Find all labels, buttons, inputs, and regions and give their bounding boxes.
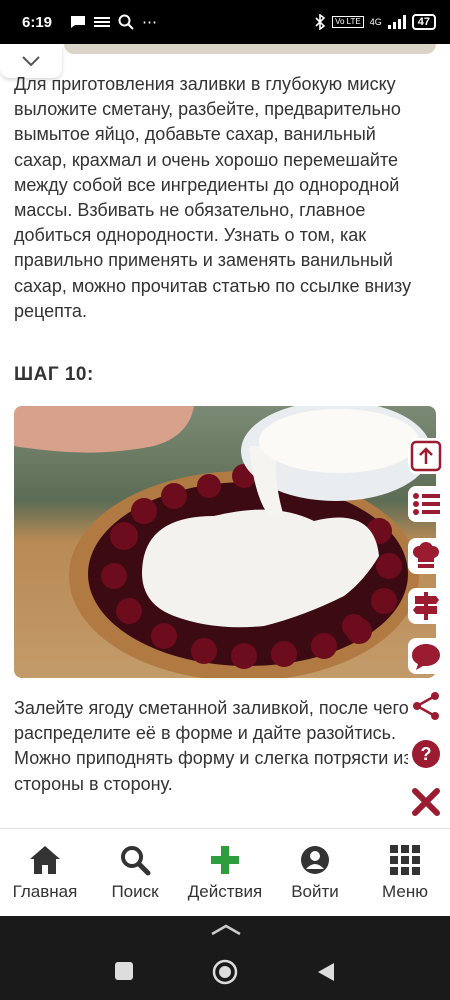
search-status-icon — [118, 14, 134, 30]
nav-home[interactable]: Главная — [0, 829, 90, 916]
search-icon — [121, 845, 151, 875]
swipe-up-chevron-icon[interactable] — [210, 922, 242, 936]
nav-login[interactable]: Войти — [270, 829, 360, 916]
nav-actions-label: Действия — [187, 881, 263, 901]
step-10-description: Залейте ягоду сметанной заливкой, после … — [14, 698, 412, 794]
help-button[interactable]: ? — [408, 736, 444, 772]
steps-button[interactable] — [408, 588, 444, 624]
list-icon — [413, 493, 440, 515]
close-icon — [412, 788, 440, 816]
share-button[interactable] — [408, 688, 444, 724]
bottom-navigation: Главная Поиск Действия Войти Меню — [0, 828, 450, 916]
signpost-icon — [413, 592, 439, 620]
system-navigation-bar — [0, 916, 450, 1000]
close-toolbar-button[interactable] — [408, 784, 444, 820]
status-time: 6:19 — [22, 13, 53, 31]
grid-icon — [390, 844, 420, 875]
more-dots-icon: ⋯ — [142, 14, 158, 31]
signal-icon — [387, 15, 406, 29]
user-icon — [301, 845, 329, 874]
step-title: ШАГ 10: — [14, 364, 94, 385]
step-9-description: Для приготовления заливки в глубокую мис… — [14, 74, 412, 321]
previous-step-photo-edge — [64, 44, 436, 54]
nav-search[interactable]: Поиск — [90, 829, 180, 916]
scroll-top-button[interactable] — [408, 438, 444, 474]
nav-login-label: Войти — [291, 881, 339, 901]
chef-hat-icon — [413, 542, 439, 568]
nav-menu-label: Меню — [382, 881, 428, 901]
chevron-down-icon — [22, 56, 40, 67]
article-content[interactable]: Для приготовления заливки в глубокую мис… — [0, 44, 450, 828]
status-left: 6:19 ⋯ — [22, 13, 158, 32]
svg-text:?: ? — [421, 744, 432, 764]
home-button-icon[interactable] — [212, 959, 238, 985]
volte-badge: Vo LTE — [332, 16, 364, 28]
status-bar: 6:19 ⋯ Vo LTE 4G 47 — [0, 0, 450, 44]
comments-button[interactable] — [408, 638, 444, 674]
home-icon — [30, 845, 60, 874]
plus-icon — [211, 845, 239, 874]
network-type: 4G — [369, 17, 382, 27]
contents-button[interactable] — [408, 486, 444, 522]
battery-indicator: 47 — [411, 14, 436, 30]
comment-icon — [412, 644, 440, 670]
share-icon — [413, 692, 439, 720]
back-icon[interactable] — [316, 961, 336, 983]
bluetooth-icon — [315, 14, 326, 30]
nav-actions[interactable]: Действия — [180, 829, 270, 916]
step-10-photo — [14, 406, 436, 678]
nav-menu[interactable]: Меню — [360, 829, 450, 916]
message-icon — [71, 16, 86, 28]
ingredients-button[interactable] — [408, 538, 444, 574]
nav-home-label: Главная — [12, 881, 78, 901]
status-right: Vo LTE 4G 47 — [314, 14, 436, 30]
help-icon: ? — [412, 740, 440, 768]
nav-search-label: Поиск — [111, 881, 159, 901]
arrow-up-icon — [410, 440, 442, 472]
menu-lines-icon — [94, 17, 111, 27]
recent-apps-icon[interactable] — [114, 961, 134, 981]
